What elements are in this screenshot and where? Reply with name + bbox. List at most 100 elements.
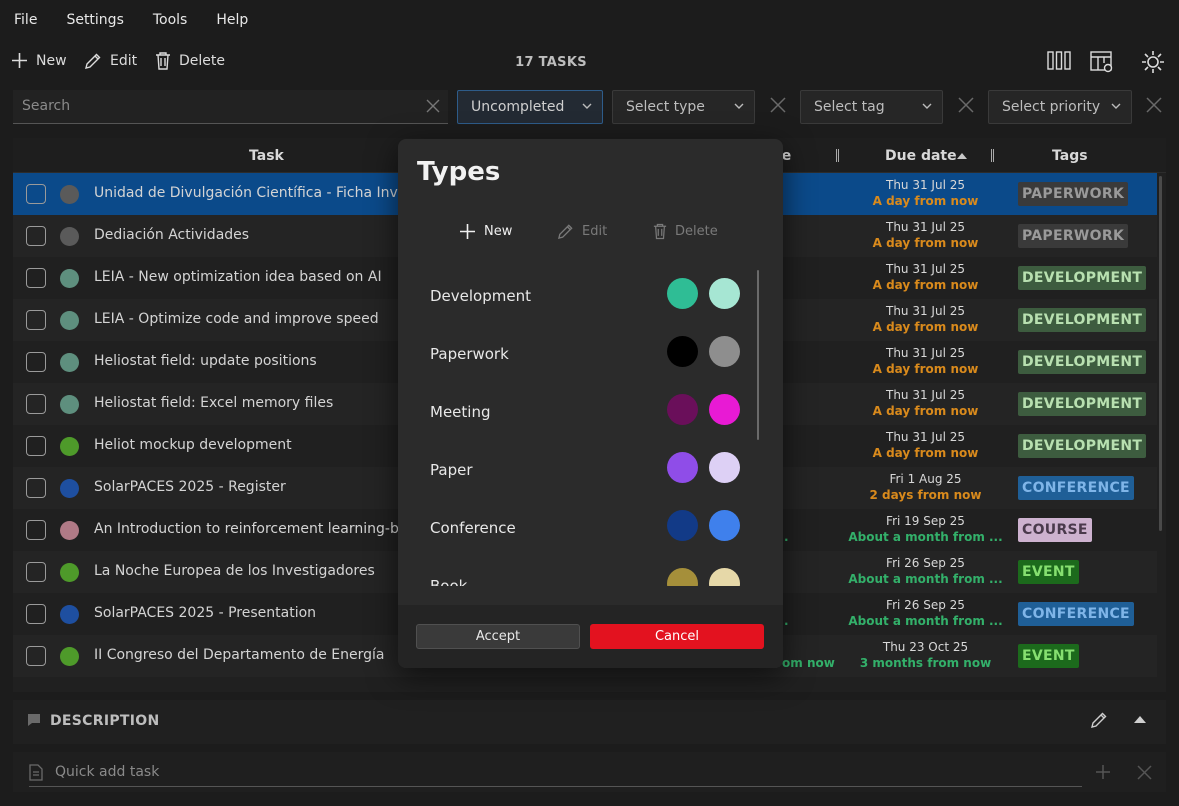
- tag-badge: CONFERENCE: [1018, 476, 1134, 500]
- row-checkbox[interactable]: [26, 520, 46, 540]
- due-date: Thu 31 Jul 25: [885, 388, 965, 402]
- due-relative: A day from now: [872, 362, 979, 376]
- menu-tools[interactable]: Tools: [153, 12, 188, 28]
- types-scrollbar[interactable]: [757, 270, 759, 440]
- task-name: An Introduction to reinforcement learnin…: [94, 521, 433, 537]
- secondary-color-swatch[interactable]: [709, 568, 740, 586]
- quick-add-field[interactable]: Quick add task: [13, 752, 1166, 792]
- search-field[interactable]: Search: [13, 90, 448, 124]
- status-select[interactable]: Uncompleted: [457, 90, 603, 124]
- tag-badge: PAPERWORK: [1018, 224, 1129, 248]
- row-checkbox[interactable]: [26, 310, 46, 330]
- due-relative: A day from now: [872, 404, 979, 418]
- chevron-down-icon: [582, 103, 592, 109]
- table-scrollbar[interactable]: [1159, 176, 1162, 531]
- type-select[interactable]: Select type: [612, 90, 755, 124]
- edit-description-icon[interactable]: [1090, 711, 1108, 729]
- columns-view-icon[interactable]: [1047, 50, 1071, 72]
- header-task[interactable]: Task: [249, 148, 284, 164]
- row-checkbox[interactable]: [26, 184, 46, 204]
- type-item[interactable]: Conference: [398, 501, 783, 559]
- type-item[interactable]: Paperwork: [398, 327, 783, 385]
- due-date: Fri 26 Sep 25: [886, 598, 965, 612]
- primary-color-swatch[interactable]: [667, 336, 698, 367]
- row-checkbox[interactable]: [26, 394, 46, 414]
- row-checkbox[interactable]: [26, 646, 46, 666]
- tag-badge: CONFERENCE: [1018, 602, 1134, 626]
- due-date: Fri 19 Sep 25: [886, 514, 965, 528]
- due-relative: A day from now: [872, 194, 979, 208]
- trash-icon: [653, 223, 667, 240]
- secondary-color-swatch[interactable]: [709, 278, 740, 309]
- type-color-dot: [60, 563, 79, 582]
- task-name: LEIA - Optimize code and improve speed: [94, 311, 379, 327]
- menu-help[interactable]: Help: [216, 12, 248, 28]
- due-date: Thu 23 Oct 25: [882, 640, 969, 654]
- add-task-icon[interactable]: [1095, 764, 1111, 780]
- type-item[interactable]: Paper: [398, 443, 783, 501]
- row-checkbox[interactable]: [26, 562, 46, 582]
- new-type-label: New: [484, 224, 513, 239]
- type-select-placeholder: Select type: [626, 99, 705, 115]
- clear-search-icon[interactable]: [426, 99, 440, 113]
- primary-color-swatch[interactable]: [667, 568, 698, 586]
- clear-type-icon[interactable]: [770, 97, 786, 113]
- tag-badge: DEVELOPMENT: [1018, 392, 1147, 416]
- delete-type-label: Delete: [675, 224, 718, 239]
- secondary-color-swatch[interactable]: [709, 394, 740, 425]
- type-item[interactable]: Book: [398, 559, 783, 586]
- menu-settings[interactable]: Settings: [66, 12, 123, 28]
- clear-tag-icon[interactable]: [958, 97, 974, 113]
- edit-type-button[interactable]: Edit: [557, 223, 607, 240]
- cancel-button[interactable]: Cancel: [590, 624, 764, 649]
- tag-badge: DEVELOPMENT: [1018, 308, 1147, 332]
- header-due-date[interactable]: Due date: [885, 148, 957, 164]
- type-color-dot: [60, 353, 79, 372]
- primary-color-swatch[interactable]: [667, 394, 698, 425]
- task-name: LEIA - New optimization idea based on AI: [94, 269, 382, 285]
- row-checkbox[interactable]: [26, 226, 46, 246]
- secondary-color-swatch[interactable]: [709, 336, 740, 367]
- secondary-color-swatch[interactable]: [709, 452, 740, 483]
- menu-file[interactable]: File: [14, 12, 37, 28]
- row-checkbox[interactable]: [26, 604, 46, 624]
- due-date: Thu 31 Jul 25: [885, 262, 965, 276]
- due-relative: About a month from ...: [848, 614, 1003, 628]
- new-type-button[interactable]: New: [459, 223, 512, 240]
- chevron-down-icon: [1111, 103, 1121, 109]
- theme-sun-icon[interactable]: [1141, 50, 1165, 74]
- delete-type-button[interactable]: Delete: [653, 223, 718, 240]
- type-item[interactable]: Development: [398, 270, 783, 327]
- due-relative: A day from now: [872, 446, 979, 460]
- sort-ascending-icon: [957, 153, 967, 159]
- row-checkbox[interactable]: [26, 352, 46, 372]
- column-resize-handle[interactable]: [836, 149, 839, 162]
- table-settings-icon[interactable]: [1090, 50, 1115, 74]
- column-resize-handle[interactable]: [991, 149, 994, 162]
- due-date: Thu 31 Jul 25: [885, 220, 965, 234]
- plus-icon: [460, 224, 475, 239]
- header-tags[interactable]: Tags: [1052, 148, 1088, 164]
- type-item[interactable]: Meeting: [398, 385, 783, 443]
- clear-priority-icon[interactable]: [1146, 97, 1162, 113]
- accept-button[interactable]: Accept: [416, 624, 580, 649]
- type-color-dot: [60, 647, 79, 666]
- row-checkbox[interactable]: [26, 436, 46, 456]
- due-relative: A day from now: [872, 278, 979, 292]
- row-checkbox[interactable]: [26, 268, 46, 288]
- due-date: Fri 1 Aug 25: [889, 472, 962, 486]
- primary-color-swatch[interactable]: [667, 510, 698, 541]
- secondary-color-swatch[interactable]: [709, 510, 740, 541]
- priority-select[interactable]: Select priority: [988, 90, 1132, 124]
- tag-select[interactable]: Select tag: [800, 90, 943, 124]
- row-checkbox[interactable]: [26, 478, 46, 498]
- primary-color-swatch[interactable]: [667, 278, 698, 309]
- toolbar: New Edit Delete 17 TASKS: [0, 44, 1179, 82]
- primary-color-swatch[interactable]: [667, 452, 698, 483]
- task-name: SolarPACES 2025 - Presentation: [94, 605, 317, 621]
- clear-quick-add-icon[interactable]: [1137, 765, 1152, 780]
- collapse-icon[interactable]: [1134, 716, 1146, 723]
- due-relative: About a month from ...: [848, 572, 1003, 586]
- task-name: II Congreso del Departamento de Energía: [94, 647, 385, 663]
- type-name: Book: [430, 577, 468, 586]
